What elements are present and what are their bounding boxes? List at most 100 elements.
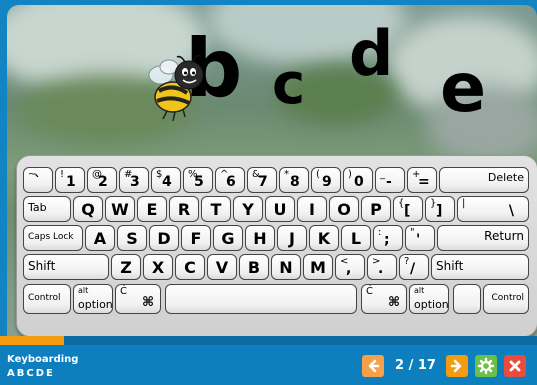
key-w[interactable]: W — [105, 196, 135, 222]
key-y[interactable]: Y — [233, 196, 263, 222]
key-command-left[interactable]: Ć ⌘ — [115, 284, 161, 314]
key-label: Shift — [436, 259, 464, 273]
key-9[interactable]: (9 — [311, 167, 341, 193]
key-8[interactable]: * 8 — [279, 167, 309, 193]
key-d[interactable]: D — [149, 225, 179, 251]
key-tab[interactable]: Tab — [23, 196, 71, 222]
key-label: option — [414, 298, 449, 311]
key-symbol: 0 — [354, 174, 364, 190]
key-control-left[interactable]: Control — [23, 284, 71, 314]
previous-button[interactable] — [362, 355, 384, 377]
key-label: I — [309, 200, 315, 219]
key-i[interactable]: I — [297, 196, 327, 222]
key-symbol: = — [418, 174, 430, 190]
key-caps-lock[interactable]: Caps Lock — [23, 225, 83, 251]
key-a[interactable]: A — [85, 225, 115, 251]
key-label: L — [350, 229, 362, 248]
key-shift-symbol: ( — [316, 169, 320, 180]
key-shift-right[interactable]: Shift — [431, 254, 529, 280]
key-equals[interactable]: + = — [407, 167, 437, 193]
key-label: Control — [491, 293, 524, 303]
key-left-bracket[interactable]: {[ — [393, 196, 423, 222]
key-label: H — [253, 229, 267, 248]
key-n[interactable]: N — [271, 254, 301, 280]
key-k[interactable]: K — [309, 225, 339, 251]
key-f[interactable]: F — [181, 225, 211, 251]
key-4[interactable]: $4 — [151, 167, 181, 193]
key-0[interactable]: ) 0 — [343, 167, 373, 193]
key-control-right[interactable]: Control — [483, 284, 529, 314]
key-right-bracket[interactable]: }] — [425, 196, 455, 222]
key-label: X — [151, 258, 165, 277]
key-label: V — [215, 258, 229, 277]
key-shift-symbol: _ — [380, 169, 385, 180]
key-p[interactable]: P — [361, 196, 391, 222]
key-u[interactable]: U — [265, 196, 295, 222]
key-q[interactable]: Q — [73, 196, 103, 222]
key-7[interactable]: & 7 — [247, 167, 277, 193]
key-blank[interactable] — [453, 284, 481, 314]
key-return[interactable]: Return — [437, 225, 529, 251]
key-backslash[interactable]: | \ — [457, 196, 529, 222]
key-l[interactable]: L — [341, 225, 371, 251]
letter-sequence: b c d e — [7, 5, 537, 155]
key-j[interactable]: J — [277, 225, 307, 251]
key-slash[interactable]: ? / — [399, 254, 429, 280]
arrow-right-icon — [450, 359, 462, 373]
key-1[interactable]: ! 1 — [55, 167, 85, 193]
key-s[interactable]: S — [117, 225, 147, 251]
key-option-left[interactable]: alt option — [73, 284, 113, 314]
command-icon: ⌘ — [141, 295, 154, 310]
key-semicolon[interactable]: :; — [373, 225, 403, 251]
key-5[interactable]: % 5 — [183, 167, 213, 193]
key-label: S — [126, 229, 138, 248]
key-delete[interactable]: Delete — [439, 167, 529, 193]
key-o[interactable]: O — [329, 196, 359, 222]
next-button[interactable] — [446, 355, 468, 377]
key-symbol: 4 — [162, 174, 172, 190]
key-symbol: 7 — [258, 174, 268, 190]
key-shift-symbol: " — [410, 227, 415, 238]
key-quote[interactable]: " ' — [405, 225, 435, 251]
close-button[interactable] — [504, 355, 526, 377]
key-x[interactable]: X — [143, 254, 173, 280]
key-period[interactable]: >. — [367, 254, 397, 280]
key-r[interactable]: R — [169, 196, 199, 222]
key-3[interactable]: #3 — [119, 167, 149, 193]
key-symbol: 2 — [98, 174, 108, 190]
key-label: Return — [484, 229, 524, 243]
key-option-right[interactable]: alt option — [409, 284, 449, 314]
key-b[interactable]: B — [239, 254, 269, 280]
key-2[interactable]: @2 — [87, 167, 117, 193]
key-shift-symbol: ! — [60, 169, 65, 180]
key-command-right[interactable]: Ć ⌘ — [361, 284, 407, 314]
key-label: U — [273, 200, 287, 219]
key-minus[interactable]: _ - — [375, 167, 405, 193]
key-label: Y — [242, 200, 254, 219]
key-symbol: / — [410, 261, 416, 277]
key-h[interactable]: H — [245, 225, 275, 251]
key-comma[interactable]: <, — [335, 254, 365, 280]
key-space[interactable] — [165, 284, 357, 314]
key-g[interactable]: G — [213, 225, 243, 251]
course-title: Keyboarding — [7, 354, 79, 365]
key-label: E — [146, 200, 158, 219]
key-label: A — [93, 229, 107, 248]
key-e[interactable]: E — [137, 196, 167, 222]
key-backtick[interactable]: ~ ` — [23, 167, 53, 193]
key-v[interactable]: V — [207, 254, 237, 280]
key-symbol: ` — [34, 174, 41, 190]
key-t[interactable]: T — [201, 196, 231, 222]
apple-icon: Ć — [120, 286, 127, 297]
key-label: Delete — [487, 171, 524, 184]
key-shift-symbol: alt — [78, 286, 89, 295]
key-6[interactable]: ^ 6 — [215, 167, 245, 193]
key-z[interactable]: Z — [111, 254, 141, 280]
key-label: Q — [81, 200, 95, 219]
key-label: F — [190, 229, 202, 248]
key-shift-left[interactable]: Shift — [23, 254, 109, 280]
settings-button[interactable] — [475, 355, 497, 377]
key-m[interactable]: M — [303, 254, 333, 280]
key-symbol: 1 — [66, 174, 76, 190]
key-c[interactable]: C — [175, 254, 205, 280]
